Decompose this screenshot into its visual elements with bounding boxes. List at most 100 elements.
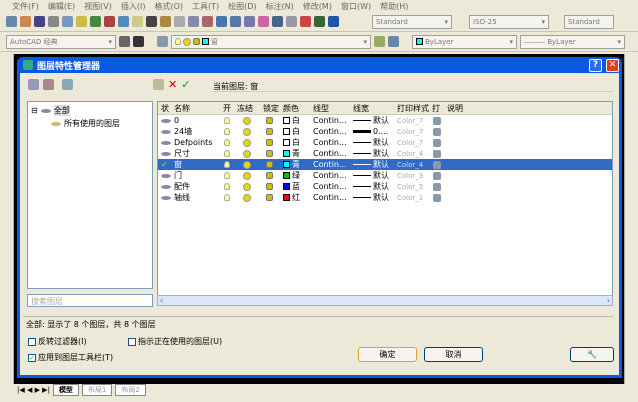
layer-color[interactable]: 青	[283, 159, 300, 170]
column-header[interactable]: 名称	[174, 102, 190, 114]
layer-linetype[interactable]: Contin...	[313, 159, 347, 170]
invert-filter-checkbox[interactable]: 反转过滤器(I)	[28, 336, 87, 347]
layer-lineweight[interactable]: 默认	[353, 137, 389, 148]
toolbar-button-icon[interactable]	[272, 16, 283, 27]
layer-linetype[interactable]: Contin...	[313, 192, 347, 203]
toolbar-button-icon[interactable]	[90, 16, 101, 27]
on-bulb-icon[interactable]	[224, 181, 230, 192]
layer-name[interactable]: 窗	[174, 159, 182, 170]
toolbar-button-icon[interactable]	[132, 16, 143, 27]
layer-manager-icon[interactable]	[157, 36, 168, 47]
toolbar-button-icon[interactable]	[174, 16, 185, 27]
layer-color[interactable]: 白	[283, 115, 300, 126]
layer-color[interactable]: 白	[283, 137, 300, 148]
layer-name[interactable]: 门	[174, 170, 182, 181]
toolbar-button-icon[interactable]	[146, 16, 157, 27]
printer-icon[interactable]	[433, 159, 441, 170]
search-layer-input[interactable]: 搜索图层	[27, 294, 153, 307]
menu-item[interactable]: 文件(F)	[12, 1, 39, 12]
toolbar-button-icon[interactable]	[328, 16, 339, 27]
toolbar-button-icon[interactable]	[300, 16, 311, 27]
layer-name[interactable]: 配件	[174, 181, 190, 192]
lock-icon[interactable]	[266, 115, 273, 126]
layer-color[interactable]: 白	[283, 126, 300, 137]
menu-item[interactable]: 格式(O)	[154, 1, 183, 12]
toolbar-button-icon[interactable]	[62, 16, 73, 27]
tab-layout1[interactable]: 布局1	[81, 384, 113, 396]
freeze-sun-icon[interactable]	[243, 170, 251, 181]
ok-button[interactable]: 确定	[358, 347, 417, 362]
tree-node-all[interactable]: ⊟ 全部	[31, 105, 149, 116]
printer-icon[interactable]	[433, 115, 441, 126]
toolbar-button-icon[interactable]	[20, 16, 31, 27]
column-header[interactable]: 状	[161, 102, 169, 114]
indicate-in-use-checkbox[interactable]: 指示正在使用的图层(U)	[128, 336, 222, 347]
column-header[interactable]: 锁定	[263, 102, 279, 114]
on-bulb-icon[interactable]	[224, 148, 230, 159]
printer-icon[interactable]	[433, 148, 441, 159]
workspace-combo[interactable]: AutoCAD 经典 ▾	[6, 34, 116, 49]
menu-item[interactable]: 插入(I)	[121, 1, 146, 12]
toolbar-button-icon[interactable]	[286, 16, 297, 27]
toolbar-button-icon[interactable]	[244, 16, 255, 27]
workspace-icon[interactable]	[133, 36, 144, 47]
tree-node-used-layers[interactable]: 所有使用的图层	[31, 118, 149, 129]
layer-linetype[interactable]: Contin...	[313, 148, 347, 159]
column-header[interactable]: 开	[223, 102, 231, 114]
toolbar-button-icon[interactable]	[314, 16, 325, 27]
toolbar-button-icon[interactable]	[230, 16, 241, 27]
menu-item[interactable]: 标注(N)	[266, 1, 294, 12]
column-header[interactable]: 线型	[313, 102, 329, 114]
lock-icon[interactable]	[266, 148, 273, 159]
toolbar-button-icon[interactable]	[48, 16, 59, 27]
layer-color[interactable]: 绿	[283, 170, 300, 181]
set-current-icon[interactable]: ✓	[181, 78, 190, 91]
horizontal-scrollbar[interactable]: ‹ ›	[157, 295, 613, 306]
printer-icon[interactable]	[433, 170, 441, 181]
tab-nav-arrows[interactable]: |◀ ◀ ▶ ▶|	[17, 386, 50, 394]
new-property-filter-icon[interactable]	[28, 79, 39, 90]
layer-linetype[interactable]: Contin...	[313, 126, 347, 137]
menu-item[interactable]: 编辑(E)	[48, 1, 75, 12]
layer-row[interactable]: 24墙 白 Contin... 0.... Color_7	[158, 126, 612, 137]
column-header[interactable]: 打印样式	[397, 102, 429, 114]
layer-name[interactable]: 尺寸	[174, 148, 190, 159]
tab-layout2[interactable]: 布局2	[115, 384, 146, 396]
lock-icon[interactable]	[266, 181, 273, 192]
layer-row[interactable]: ✓ 窗 青 Contin... 默认 Color_4	[158, 159, 612, 170]
printer-icon[interactable]	[433, 181, 441, 192]
table-style-combo[interactable]: Standard	[564, 14, 614, 29]
layer-row[interactable]: Defpoints 白 Contin... 默认 Color_7	[158, 137, 612, 148]
toolbar-button-icon[interactable]	[202, 16, 213, 27]
toolbar-button-icon[interactable]	[118, 16, 129, 27]
on-bulb-icon[interactable]	[224, 137, 230, 148]
column-header[interactable]: 颜色	[283, 102, 299, 114]
dim-style-combo[interactable]: ISO-25 ▾	[469, 14, 549, 29]
layer-name[interactable]: 24墙	[174, 126, 192, 137]
layer-combo[interactable]: 窗 ▾	[171, 34, 371, 49]
help-button[interactable]: ?	[589, 58, 602, 72]
apply-to-toolbar-checkbox[interactable]: ✓ 应用到图层工具栏(T)	[28, 352, 113, 363]
menu-item[interactable]: 绘图(D)	[228, 1, 256, 12]
layer-row[interactable]: 尺寸 青 Contin... 默认 Color_4	[158, 148, 612, 159]
layer-lineweight[interactable]: 默认	[353, 192, 389, 203]
layer-lineweight[interactable]: 默认	[353, 181, 389, 192]
menu-item[interactable]: 视图(V)	[84, 1, 112, 12]
menu-item[interactable]: 工具(T)	[192, 1, 219, 12]
toolbar-button-icon[interactable]	[104, 16, 115, 27]
layer-lineweight[interactable]: 0....	[353, 126, 388, 137]
freeze-sun-icon[interactable]	[243, 126, 251, 137]
freeze-sun-icon[interactable]	[243, 115, 251, 126]
toolbar-button-icon[interactable]	[6, 16, 17, 27]
layer-name[interactable]: 0	[174, 115, 179, 126]
toolbar-button-icon[interactable]	[76, 16, 87, 27]
lock-icon[interactable]	[266, 192, 273, 203]
toolbar-button-icon[interactable]	[188, 16, 199, 27]
column-header[interactable]: 打	[432, 102, 440, 114]
layer-lineweight[interactable]: 默认	[353, 148, 389, 159]
on-bulb-icon[interactable]	[224, 126, 230, 137]
freeze-sun-icon[interactable]	[243, 181, 251, 192]
freeze-sun-icon[interactable]	[243, 137, 251, 148]
color-combo[interactable]: ByLayer ▾	[412, 34, 517, 49]
menu-item[interactable]: 修改(M)	[303, 1, 332, 12]
